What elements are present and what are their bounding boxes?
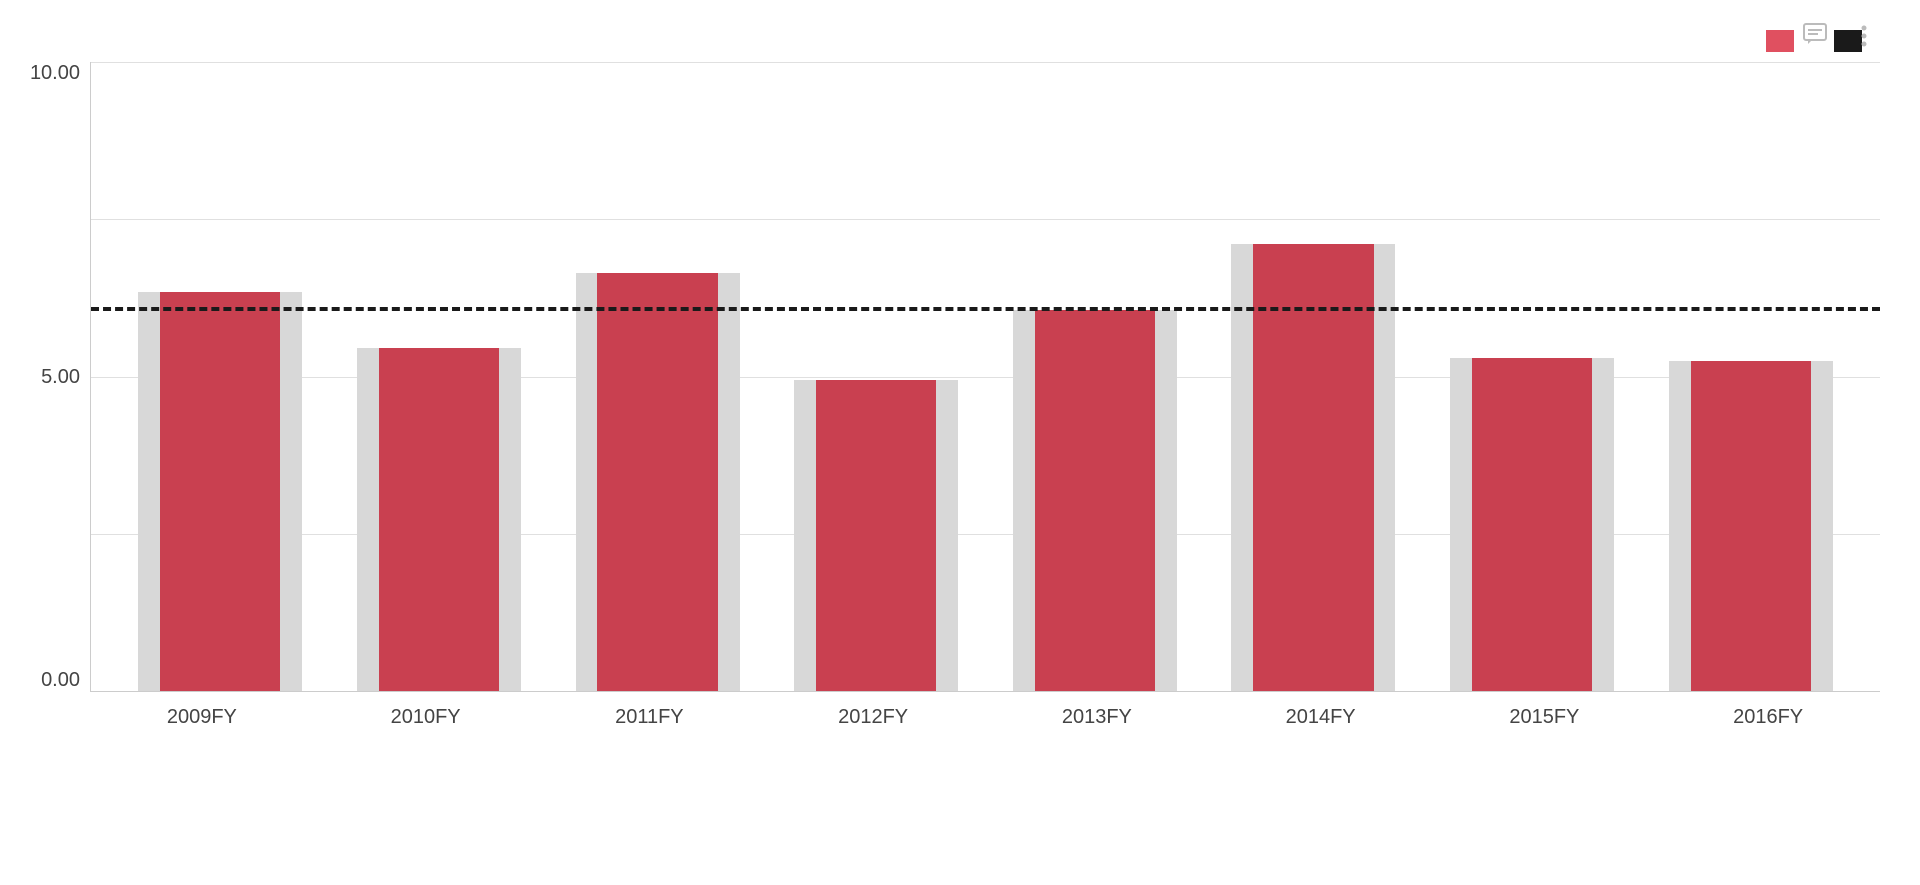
comment-icon[interactable] [1800,20,1832,52]
chart-container: 10.00 5.00 0.00 2009FY2010FY2011FY2012FY… [0,0,1920,885]
bar-column-2014FY [1204,62,1423,691]
x-axis: 2009FY2010FY2011FY2012FY2013FY2014FY2015… [90,692,1880,742]
x-label-2013FY: 2013FY [985,692,1209,742]
bar-fg-2015FY [1472,358,1592,691]
bar-fg-2010FY [379,348,499,691]
bar-column-2015FY [1423,62,1642,691]
bar-fg-2011FY [597,273,717,691]
bar-column-2016FY [1641,62,1860,691]
chart-area: 10.00 5.00 0.00 2009FY2010FY2011FY2012FY… [20,62,1880,742]
toolbar [1800,20,1880,52]
target-line [91,307,1880,311]
bar-column-2009FY [111,62,330,691]
bar-column-2012FY [767,62,986,691]
y-label-0: 0.00 [41,669,80,692]
x-label-2009FY: 2009FY [90,692,314,742]
y-label-500: 5.00 [41,366,80,389]
legend-item-turnover [1766,30,1802,52]
x-label-2014FY: 2014FY [1209,692,1433,742]
bar-fg-2014FY [1253,244,1373,691]
more-options-icon[interactable] [1848,20,1880,52]
x-label-2011FY: 2011FY [538,692,762,742]
bar-column-2013FY [986,62,1205,691]
y-axis: 10.00 5.00 0.00 [20,62,90,692]
y-label-10: 10.00 [30,62,80,85]
bar-fg-2012FY [816,380,936,691]
bars-group [91,62,1880,691]
bar-fg-2013FY [1035,310,1155,691]
x-label-2015FY: 2015FY [1433,692,1657,742]
bar-fg-2016FY [1691,361,1811,691]
bar-fg-2009FY [160,292,280,691]
x-label-2010FY: 2010FY [314,692,538,742]
bar-column-2010FY [330,62,549,691]
x-label-2016FY: 2016FY [1656,692,1880,742]
bar-column-2011FY [548,62,767,691]
plot-area [90,62,1880,692]
legend-swatch-turnover [1766,30,1794,52]
legend [20,30,1880,52]
x-label-2012FY: 2012FY [761,692,985,742]
